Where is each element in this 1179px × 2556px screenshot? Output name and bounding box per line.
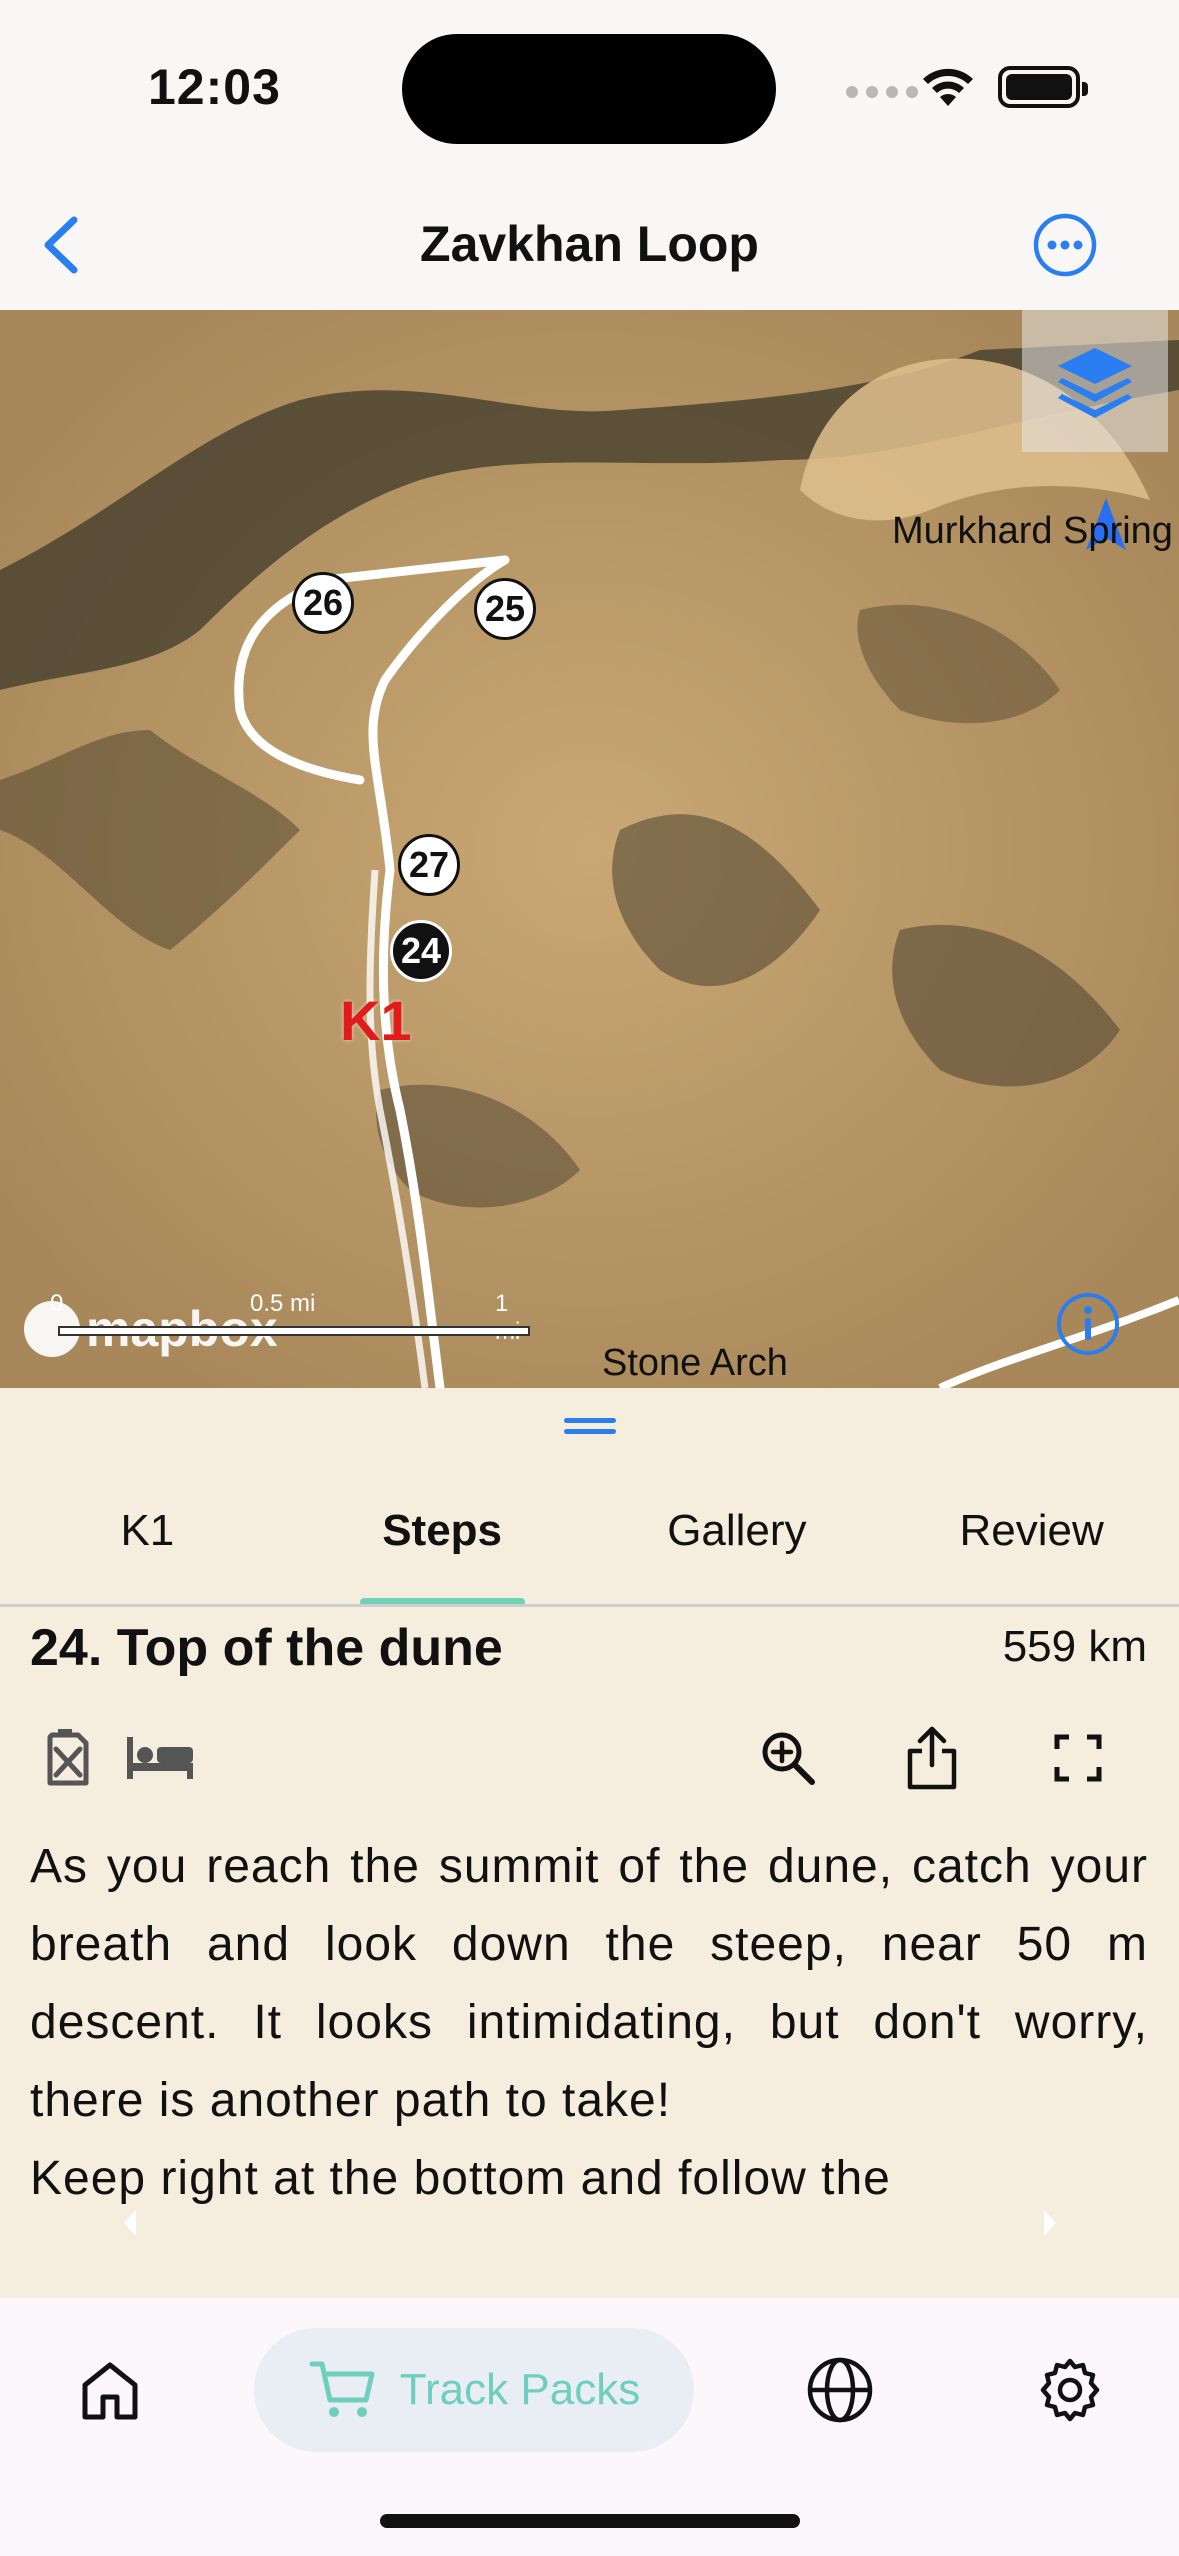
fullscreen-button[interactable] (1038, 1718, 1118, 1798)
map-scale-bar: 0 0.5 mi 1 mi (50, 1290, 530, 1345)
waypoint-marker[interactable]: 27 (398, 834, 460, 896)
waypoint-marker-active[interactable]: 24 (390, 920, 452, 982)
wifi-icon (923, 68, 973, 106)
page-title: Zavkhan Loop (420, 216, 759, 272)
tab-k1[interactable]: K1 (0, 1488, 295, 1606)
sheet-tabs: K1 Steps Gallery Review (0, 1488, 1179, 1606)
satellite-terrain (0, 310, 1179, 1388)
header-area: 12:03 Zavkhan Loop (0, 0, 1179, 310)
place-label-stone-arch: Stone Arch (602, 1342, 788, 1384)
step-description-paragraph: As you reach the summit of the dune, cat… (30, 1840, 1148, 2127)
step-title: 24. Top of the dune (30, 1619, 503, 1677)
step-description-paragraph: Keep right at the bottom and follow the (30, 2152, 891, 2205)
scale-label: 1 mi (495, 1290, 520, 1345)
zoom-in-button[interactable] (748, 1718, 828, 1798)
waypoint-marker[interactable]: 25 (474, 578, 536, 640)
step-distance: 559 km (1002, 1622, 1147, 1671)
tab-home[interactable] (60, 2328, 160, 2452)
map-info-button[interactable] (1054, 1290, 1122, 1358)
detail-sheet: K1 Steps Gallery Review 24. Top of the d… (0, 1388, 1179, 2298)
zoom-in-icon (762, 1732, 815, 1785)
step-description: As you reach the summit of the dune, cat… (30, 1828, 1148, 2218)
status-time: 12:03 (148, 59, 281, 115)
tab-track-packs-label: Track Packs (399, 2365, 641, 2414)
share-icon (907, 1726, 957, 1790)
tab-review[interactable]: Review (884, 1488, 1179, 1606)
gear-icon (1040, 2358, 1100, 2422)
layers-icon (1058, 348, 1132, 418)
next-step-arrow-icon[interactable] (1040, 2208, 1060, 2238)
place-label-murkhard-spring: Murkhard Spring (892, 510, 1173, 552)
home-icon (82, 2362, 138, 2420)
previous-step-arrow-icon[interactable] (120, 2208, 140, 2238)
tab-gallery[interactable]: Gallery (590, 1488, 885, 1606)
cart-icon (309, 2361, 375, 2417)
map-layers-button[interactable] (1022, 310, 1168, 452)
tab-explore[interactable] (790, 2328, 890, 2452)
scale-label: 0 (50, 1290, 64, 1317)
globe-icon (807, 2357, 873, 2423)
dynamic-island (402, 34, 776, 144)
home-indicator (380, 2514, 800, 2528)
fullscreen-icon (1054, 1734, 1102, 1782)
map-view[interactable]: Murkhard Spring Stone Arch 26 25 27 24 K… (0, 310, 1179, 1388)
fuel-icon (28, 1718, 108, 1798)
tab-settings[interactable] (1020, 2328, 1120, 2452)
tab-track-packs[interactable]: Track Packs (254, 2328, 694, 2452)
scale-label: 0.5 mi (250, 1290, 316, 1317)
cellular-signal-icon (846, 86, 918, 98)
tabs-divider (0, 1604, 1179, 1607)
k1-marker-label[interactable]: K1 (340, 988, 412, 1053)
waypoint-marker[interactable]: 26 (292, 572, 354, 634)
bed-icon (120, 1718, 200, 1798)
share-button[interactable] (892, 1718, 972, 1798)
more-options-button[interactable] (1032, 212, 1098, 278)
sheet-drag-handle[interactable] (564, 1418, 616, 1436)
tab-steps[interactable]: Steps (295, 1488, 590, 1606)
battery-icon (998, 66, 1088, 108)
